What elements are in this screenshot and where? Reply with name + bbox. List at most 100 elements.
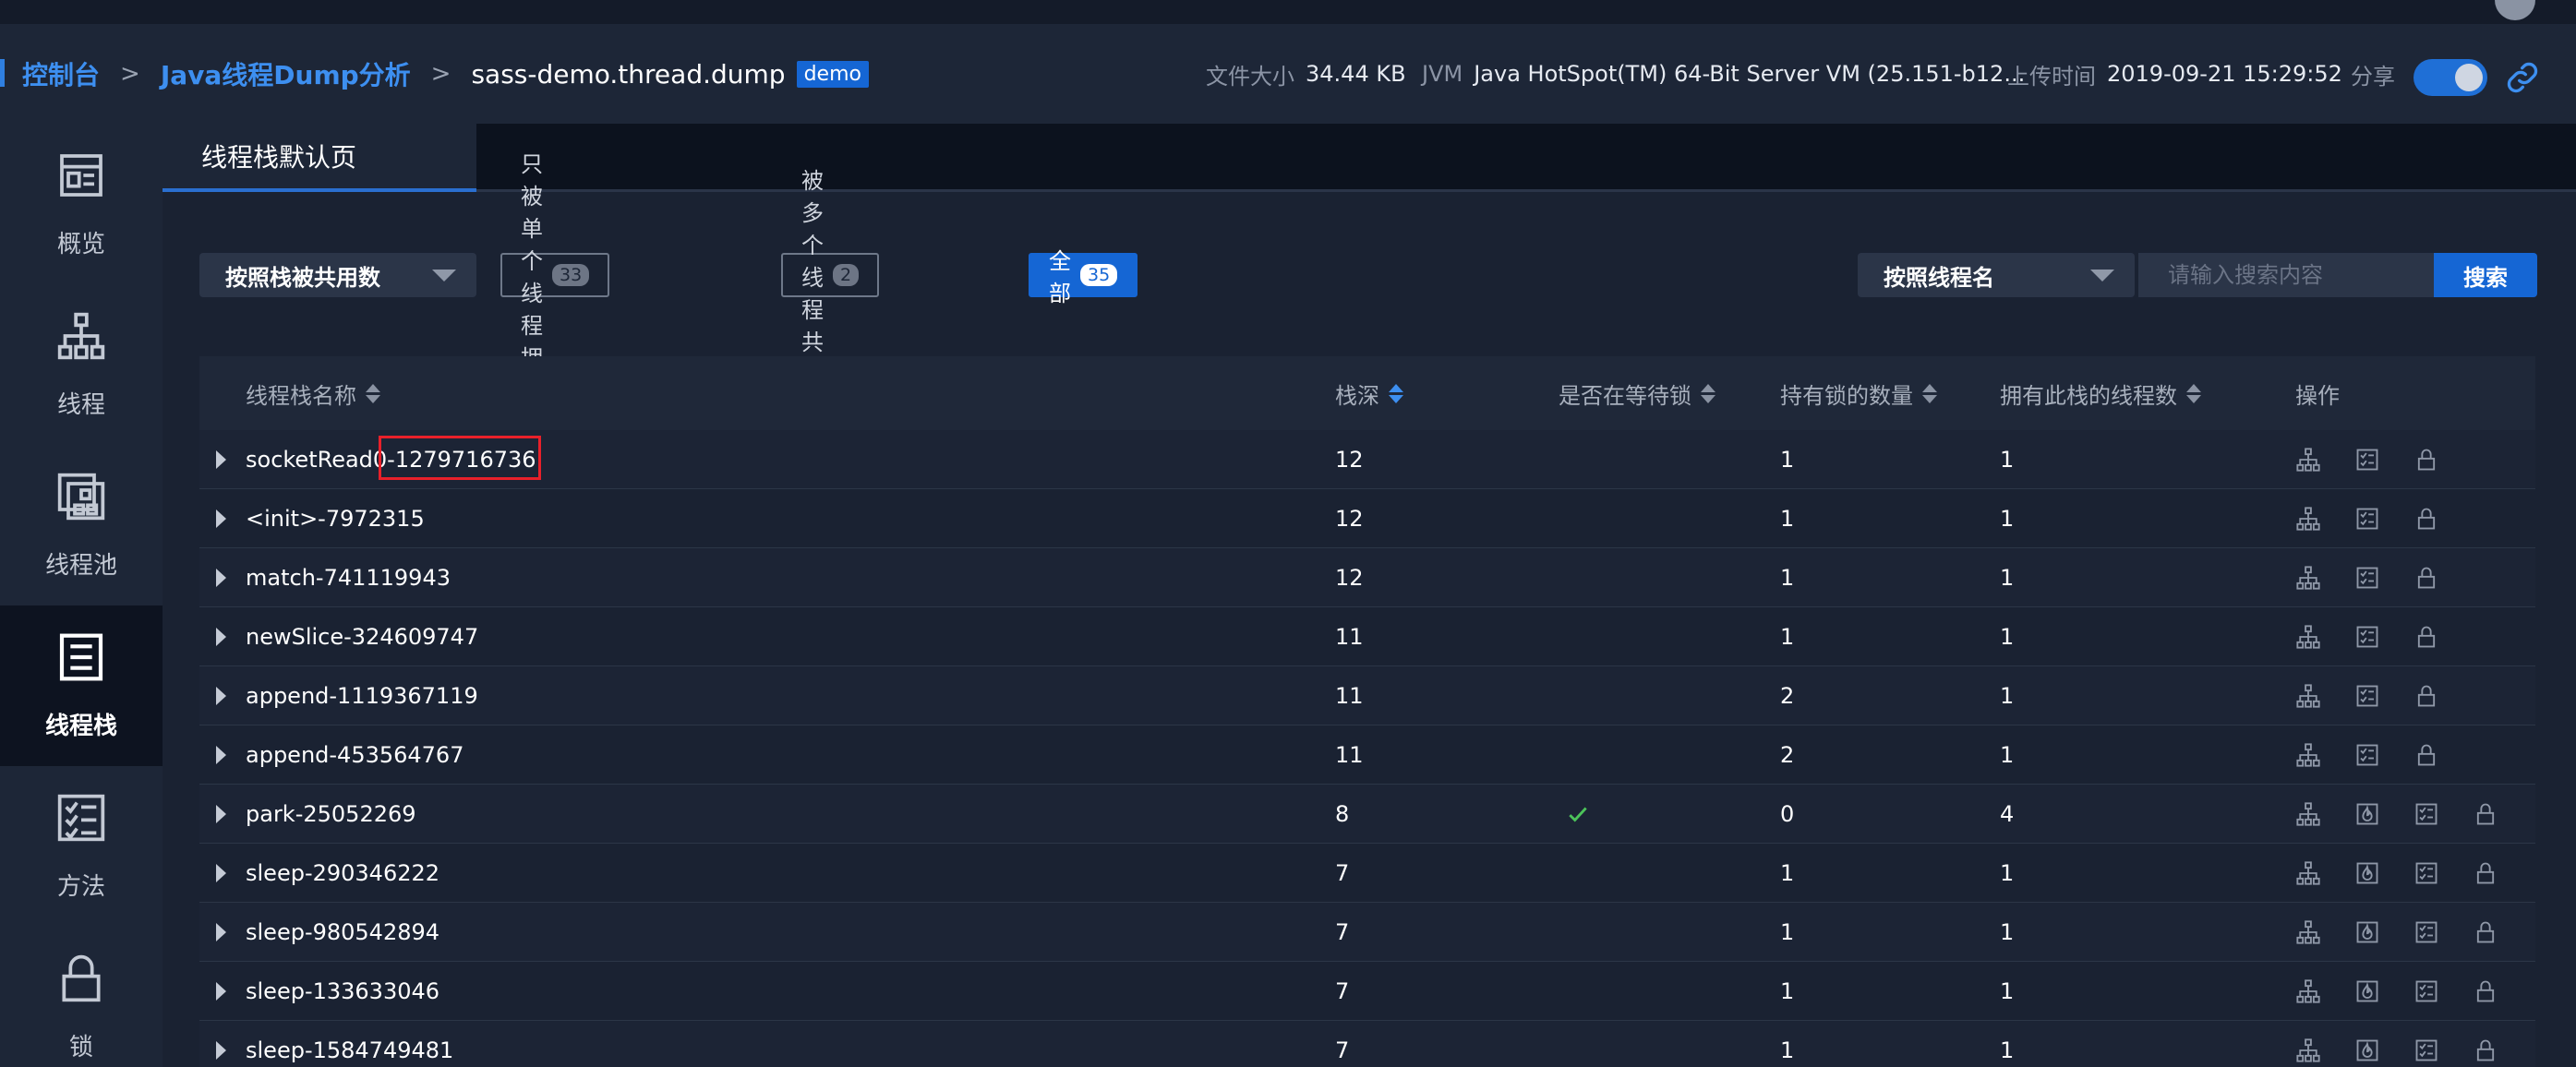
expand-caret-icon[interactable]	[216, 982, 226, 1001]
link-icon[interactable]	[2504, 59, 2541, 96]
table-row[interactable]: sleep-1584749481 7 1 1	[199, 1021, 2535, 1067]
column-header-depth[interactable]: 栈深	[1335, 356, 1403, 430]
flame-icon[interactable]	[2354, 978, 2380, 1004]
lock-icon[interactable]	[2473, 978, 2498, 1004]
tree-icon[interactable]	[2295, 801, 2321, 827]
detail-icon[interactable]	[2413, 1037, 2439, 1063]
row-name: sleep-133633046	[246, 978, 440, 1004]
sidebar-item-thread[interactable]: 线程	[0, 284, 163, 445]
search-button[interactable]: 搜索	[2434, 253, 2537, 297]
table-row[interactable]: park-25052269 8 0 4	[199, 785, 2535, 844]
sidebar-item-label: 概览	[56, 230, 105, 258]
detail-icon[interactable]	[2354, 624, 2380, 650]
lock-icon[interactable]	[2473, 1037, 2498, 1063]
expand-caret-icon[interactable]	[216, 805, 226, 823]
expand-caret-icon[interactable]	[216, 510, 226, 528]
lock-icon[interactable]	[2413, 742, 2439, 768]
lock-icon[interactable]	[2413, 447, 2439, 473]
column-header-label: 操作	[2295, 382, 2340, 409]
row-ops	[2295, 962, 2532, 1021]
table-row[interactable]: append-453564767 11 2 1	[199, 725, 2535, 785]
flame-icon[interactable]	[2354, 919, 2380, 945]
expand-caret-icon[interactable]	[216, 450, 226, 469]
row-name: append-1119367119	[246, 683, 478, 709]
expand-caret-icon[interactable]	[216, 864, 226, 882]
tree-icon[interactable]	[2295, 860, 2321, 886]
table-row[interactable]: sleep-133633046 7 1 1	[199, 962, 2535, 1021]
lock-icon[interactable]	[2473, 860, 2498, 886]
breadcrumb-analysis[interactable]: Java线程Dump分析	[161, 55, 411, 92]
avatar[interactable]	[2495, 0, 2535, 20]
tree-icon[interactable]	[2295, 683, 2321, 709]
sidebar-item-overview[interactable]: 概览	[0, 124, 163, 284]
share-toggle[interactable]	[2413, 59, 2487, 96]
detail-icon[interactable]	[2413, 919, 2439, 945]
lock-icon[interactable]	[2413, 506, 2439, 532]
expand-caret-icon[interactable]	[216, 923, 226, 941]
table-row[interactable]: socketRead0-1279716736 12 1 1	[199, 430, 2535, 489]
table-row[interactable]: <init>-7972315 12 1 1	[199, 489, 2535, 548]
tree-icon[interactable]	[2295, 447, 2321, 473]
sidebar-item-thread-pool[interactable]: 线程池	[0, 445, 163, 605]
tab-thread-stack-default[interactable]: 线程栈默认页	[163, 124, 476, 192]
flame-icon[interactable]	[2354, 1037, 2380, 1063]
row-name: append-453564767	[246, 742, 464, 768]
column-header-name[interactable]: 线程栈名称	[246, 356, 380, 430]
detail-icon[interactable]	[2354, 683, 2380, 709]
table-row[interactable]: sleep-290346222 7 1 1	[199, 844, 2535, 903]
sidebar-item-method[interactable]: 方法	[0, 766, 163, 927]
row-waiting	[1566, 785, 1590, 844]
detail-icon[interactable]	[2413, 860, 2439, 886]
filter-all-button[interactable]: 全部 35	[1029, 248, 1138, 306]
tree-icon[interactable]	[2295, 919, 2321, 945]
lock-icon[interactable]	[2413, 565, 2439, 591]
table-row[interactable]: newSlice-324609747 11 1 1	[199, 607, 2535, 666]
filter-multi-button[interactable]: 被多个线程共用 2	[781, 168, 880, 388]
lock-icon[interactable]	[2413, 624, 2439, 650]
expand-caret-icon[interactable]	[216, 746, 226, 764]
row-threads: 1	[2000, 624, 2015, 650]
column-header-threads[interactable]: 拥有此栈的线程数	[2000, 356, 2201, 430]
sort-select[interactable]: 按照栈被共用数	[199, 253, 476, 297]
detail-icon[interactable]	[2354, 742, 2380, 768]
row-depth: 11	[1335, 624, 1364, 650]
tree-icon[interactable]	[2295, 624, 2321, 650]
filter-single-button[interactable]: 只被单个线程拥有 33	[500, 151, 610, 403]
expand-caret-icon[interactable]	[216, 628, 226, 646]
row-threads: 1	[2000, 447, 2015, 473]
breadcrumb-console[interactable]: 控制台	[22, 55, 100, 92]
search-field-select[interactable]: 按照线程名	[1858, 253, 2135, 297]
flame-icon[interactable]	[2354, 801, 2380, 827]
detail-icon[interactable]	[2354, 565, 2380, 591]
expand-caret-icon[interactable]	[216, 687, 226, 705]
upload-time: 上传时间 2019-09-21 15:29:52	[2007, 24, 2342, 124]
table-row[interactable]: sleep-980542894 7 1 1	[199, 903, 2535, 962]
row-threads: 1	[2000, 978, 2015, 1004]
tree-icon[interactable]	[2295, 1037, 2321, 1063]
tree-icon[interactable]	[2295, 506, 2321, 532]
tree-icon[interactable]	[2295, 565, 2321, 591]
column-header-waiting[interactable]: 是否在等待锁	[1559, 356, 1715, 430]
detail-icon[interactable]	[2354, 506, 2380, 532]
table-row[interactable]: match-741119943 12 1 1	[199, 548, 2535, 607]
expand-caret-icon[interactable]	[216, 1041, 226, 1060]
flame-icon[interactable]	[2354, 860, 2380, 886]
column-header-locks[interactable]: 持有锁的数量	[1780, 356, 1937, 430]
tree-icon[interactable]	[2295, 742, 2321, 768]
lock-icon[interactable]	[2473, 919, 2498, 945]
sidebar-item-lock[interactable]: 锁	[0, 927, 163, 1067]
expand-caret-icon[interactable]	[216, 569, 226, 587]
table-row[interactable]: append-1119367119 11 2 1	[199, 666, 2535, 725]
detail-icon[interactable]	[2413, 801, 2439, 827]
sidebar-item-thread-stack[interactable]: 线程栈	[0, 605, 163, 766]
row-depth: 8	[1335, 801, 1350, 827]
breadcrumb: 控制台 > Java线程Dump分析 > sass-demo.thread.du…	[22, 55, 869, 92]
table-header: 线程栈名称 栈深 是否在等待锁 持有锁的数量 拥有此栈的线程数 操作	[199, 356, 2535, 430]
lock-icon[interactable]	[2413, 683, 2439, 709]
detail-icon[interactable]	[2354, 447, 2380, 473]
lock-icon[interactable]	[2473, 801, 2498, 827]
detail-icon[interactable]	[2413, 978, 2439, 1004]
tree-icon[interactable]	[2295, 978, 2321, 1004]
row-locks: 2	[1780, 742, 1795, 768]
search-input[interactable]	[2138, 253, 2434, 297]
